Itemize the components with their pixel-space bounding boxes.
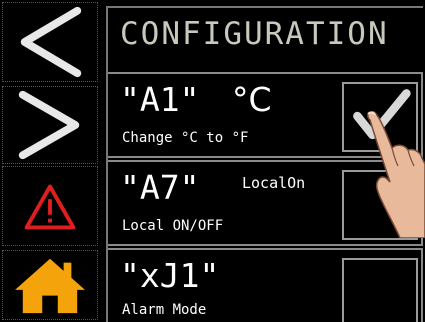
- back-button[interactable]: [2, 2, 98, 82]
- home-icon: [15, 258, 85, 314]
- param-code: "A1": [120, 80, 200, 119]
- param-description: Local ON/OFF: [122, 218, 224, 234]
- page-title: CONFIGURATION: [120, 16, 389, 52]
- home-button[interactable]: [2, 250, 98, 320]
- chevron-right-icon: [18, 90, 80, 160]
- param-unit: °C: [232, 80, 272, 119]
- nav-column: [0, 0, 101, 322]
- param-description: Change °C to °F: [122, 130, 249, 146]
- param-value: LocalOn: [242, 174, 306, 192]
- param-description: Alarm Mode: [122, 302, 207, 318]
- param-code: "A7": [120, 168, 200, 207]
- next-button[interactable]: [2, 86, 98, 164]
- param-row-xj1[interactable]: "xJ1" Alarm Mode: [108, 248, 423, 322]
- alarm-button[interactable]: [2, 166, 98, 246]
- param-code: "xJ1": [120, 256, 220, 295]
- warning-triangle-icon: [24, 184, 76, 230]
- pointing-hand-icon: [367, 110, 425, 238]
- chevron-left-icon: [20, 6, 82, 78]
- param-checkbox-xj1[interactable]: [342, 258, 418, 322]
